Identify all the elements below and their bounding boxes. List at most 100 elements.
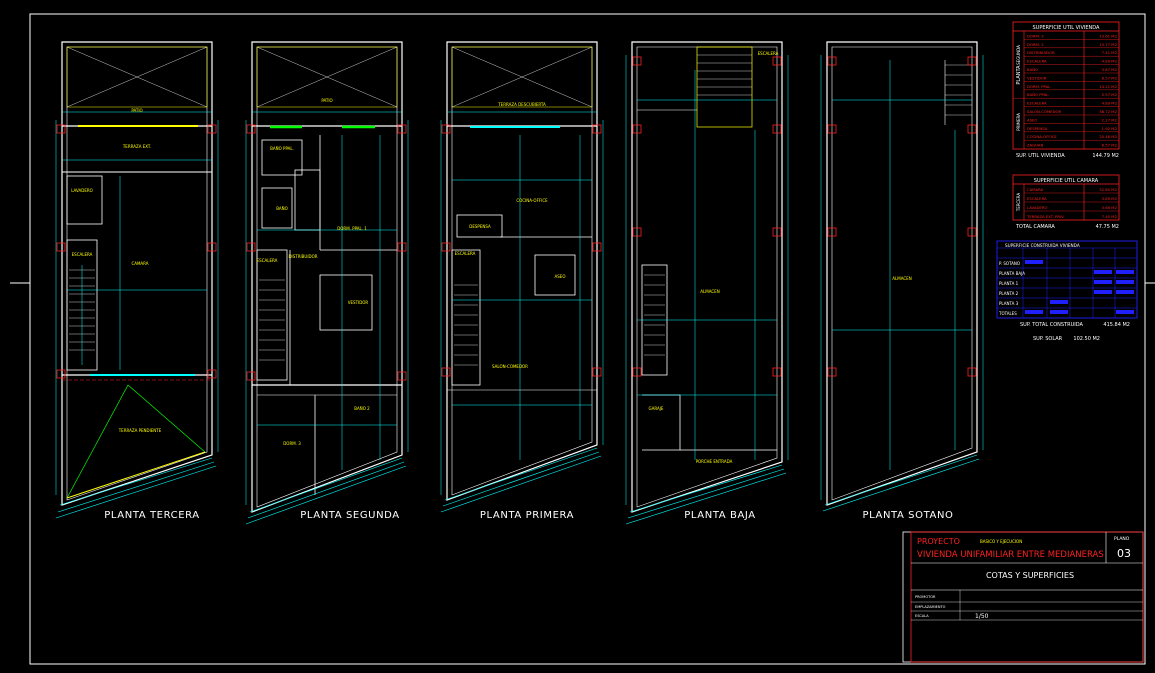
row-name: PLANTA 1 [999,281,1019,286]
total-label: SUP. TOTAL CONSTRUIDA [1020,322,1083,328]
room-label: COCINA-OFFICE [516,198,548,203]
proyecto-name: VIVIENDA UNIFAMILIAR ENTRE MEDIANERAS [917,550,1104,560]
room-label: DORM. PPAL. 1 [337,226,367,231]
row-name: DORM. 3 [1027,33,1044,38]
total-label: TOTAL CAMARA [1015,224,1055,230]
room-label: ASEO [555,274,566,279]
row-name: DISTRIBUIDOR [1027,50,1055,55]
row-value: 32.80 M2 [1099,187,1117,192]
room-label: DESPENSA [469,224,491,229]
row-name: COCINA-OFFICE [1027,134,1057,139]
row-name: TERRAZA EXT. PRIV. [1026,214,1064,219]
room-label: ALMACEN [892,276,911,281]
plan-segunda [245,41,409,525]
room-label: BAÑO PPAL. [270,146,294,151]
row-name: PLANTA 2 [999,291,1019,296]
room-label: ESCALERA [72,252,93,257]
room-label: PORCHE ENTRADA [696,459,733,464]
room-label: TERRAZA DESCUBIERTA [497,102,546,107]
room-label: DISTRIBUIDOR [288,254,317,259]
room-label: ESCALERA [257,258,278,263]
room-label: PATIO [131,108,142,113]
room-label: VESTIDOR [348,300,369,305]
row-value: 4.89 M2 [1102,101,1118,106]
table-util-vivienda-title: SUPERFICIE UTIL VIVIENDA [1033,25,1101,31]
row-value: 6.57 M2 [1102,143,1118,148]
row-name: BAÑO PPAL. [1027,92,1050,97]
row-value: 4.89 M2 [1102,59,1118,64]
plan-title-baja: PLANTA BAJA [684,510,755,521]
promotor-label: PROMOTOR [915,595,936,599]
room-label: DORM. 3 [283,441,301,446]
plan-baja [625,41,789,525]
row-name: SALON-COMEDOR [1027,109,1061,114]
row-value: 6.57 M2 [1102,75,1118,80]
plan-title-tercera: PLANTA TERCERA [104,510,199,521]
row-name: DORM. 2 [1027,42,1044,47]
row-value: 3.87 M2 [1102,67,1118,72]
table-construida: SUPERFICIE CONSTRUIDA VIVIENDA P. SOTANO… [996,240,1138,342]
row-value: 1.92 M2 [1102,126,1118,131]
escala-value: 1/50 [975,613,989,620]
room-label: CAMARA [131,261,148,266]
row-name: PLANTA BAJA [999,271,1025,276]
sheet-border [29,13,1146,665]
row-name: ESCALERA [1027,196,1047,201]
row-name: DESPENSA [1027,126,1048,131]
room-label: BAÑO [276,206,288,211]
row-name: TOTALES [998,311,1017,316]
table-util-vivienda: SUPERFICIE UTIL VIVIENDA PLANTA SEGUNDA … [1012,21,1120,159]
plan-title-segunda: PLANTA SEGUNDA [300,510,399,521]
row-name: BAÑO [1027,67,1038,72]
total-value: 415.84 M2 [1103,322,1130,328]
row-value: 20.46 M2 [1099,134,1117,139]
solar-label: SUP. SOLAR [1033,336,1063,342]
plano-label: PLANO [1114,536,1130,542]
plan-titles: PLANTA TERCERA PLANTA SEGUNDA PLANTA PRI… [104,510,953,521]
row-value: 3.89 M2 [1102,196,1118,201]
room-label: ESCALERA [455,251,476,256]
solar-value: 102.50 M2 [1073,336,1100,342]
room-label: SALON-COMEDOR [492,364,528,369]
row-value: 7.45 M2 [1102,214,1118,219]
plano-number: 03 [1117,547,1131,560]
room-label: ALMACEN [700,289,719,294]
sheet-title: COTAS Y SUPERFICIES [986,571,1074,580]
emplazamiento-label: EMPLAZAMIENTO [915,605,946,609]
row-name: VESTIDOR [1027,75,1047,80]
title-block: PROYECTO BASICO Y EJECUCION VIVIENDA UNI… [902,531,1144,663]
escala-label: ESCALA [915,614,929,618]
row-name: LAVADERO [1027,205,1047,210]
room-label: BAÑO 2 [354,406,370,411]
group-label: TERCERA [1016,193,1021,212]
table-util-vivienda-rows: DORM. 3 13.61 M2 DORM. 2 13.77 M2 DISTRIBUID… [1027,33,1118,147]
row-name: PLANTA 3 [999,301,1019,306]
row-value: 2.27 M2 [1102,117,1118,122]
room-labels: PATIO TERRAZA EXT. LAVADERO ESCALERA CAM… [71,51,911,464]
total-value: 144.79 M2 [1092,153,1119,159]
table-util-camara-title: SUPERFICIE UTIL CAMARA [1034,178,1099,184]
row-value: 13.77 M2 [1099,42,1117,47]
total-value: 47.75 M2 [1096,224,1119,230]
row-name: ASEO [1027,117,1037,122]
row-name: ZAGUAN [1027,143,1043,148]
room-label: GARAJE [649,406,664,411]
row-name: ESCALERA [1027,59,1047,64]
row-name: DORM. PPAL. [1027,84,1052,89]
plan-primera [440,41,604,513]
group-label: PRIMERA [1016,113,1021,131]
cad-drawing-canvas: PATIO TERRAZA EXT. LAVADERO ESCALERA CAM… [10,13,1155,665]
row-name: CAMARA [1027,187,1044,192]
row-name: P. SOTANO [999,261,1020,266]
table-util-camara-rows: CAMARA 32.80 M2 ESCALERA 3.89 M2 LAVADERO 3.6… [1026,187,1118,219]
room-label: ESCALERA [758,51,779,56]
row-value: 5.57 M2 [1102,92,1118,97]
row-value: 7.41 M2 [1102,50,1118,55]
proyecto-label: PROYECTO [917,537,960,546]
plan-title-sotano: PLANTA SOTANO [862,510,953,521]
plan-title-primera: PLANTA PRIMERA [480,510,574,521]
room-label: LAVADERO [71,188,93,193]
row-value: 38.72 M2 [1099,109,1117,114]
room-label: PATIO [321,98,332,103]
plan-tercera [55,41,219,519]
